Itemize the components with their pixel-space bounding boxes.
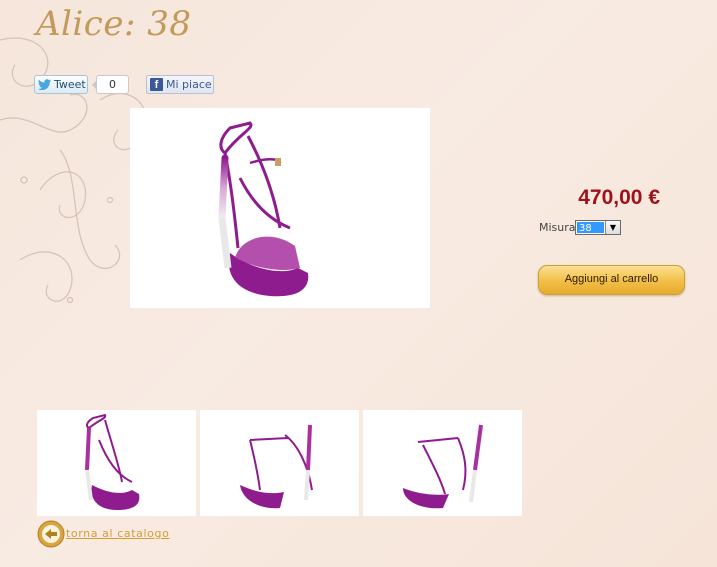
back-to-catalog-link[interactable]: torna al catalogo bbox=[66, 527, 169, 540]
arrow-left-icon[interactable] bbox=[37, 520, 65, 548]
thumbnail-shoe-image bbox=[240, 424, 313, 509]
tweet-count: 0 bbox=[92, 75, 129, 94]
tweet-button[interactable]: Tweet bbox=[34, 75, 88, 94]
shoe-image bbox=[218, 121, 309, 297]
thumbnail-1[interactable] bbox=[37, 410, 196, 516]
chevron-down-icon[interactable]: ▼ bbox=[605, 221, 620, 234]
thumbnail-2[interactable] bbox=[200, 410, 359, 516]
product-price: 470,00 € bbox=[578, 186, 660, 209]
size-select[interactable]: 38 ▼ bbox=[575, 220, 621, 235]
tweet-label: Tweet bbox=[54, 78, 86, 91]
thumbnail-shoe-image bbox=[85, 413, 140, 510]
size-label: Misura bbox=[539, 221, 576, 234]
facebook-like-button[interactable]: f Mi piace bbox=[146, 75, 214, 94]
thumbnail-3[interactable] bbox=[363, 410, 522, 516]
twitter-bird-icon bbox=[38, 79, 51, 90]
main-product-image bbox=[130, 108, 430, 308]
facebook-icon: f bbox=[150, 78, 163, 91]
size-select-value: 38 bbox=[577, 222, 604, 234]
thumbnail-shoe-image bbox=[403, 424, 483, 509]
product-title: Alice: 38 bbox=[36, 4, 192, 44]
add-to-cart-button[interactable]: Aggiungi al carrello bbox=[538, 265, 685, 295]
like-label: Mi piace bbox=[166, 78, 212, 91]
